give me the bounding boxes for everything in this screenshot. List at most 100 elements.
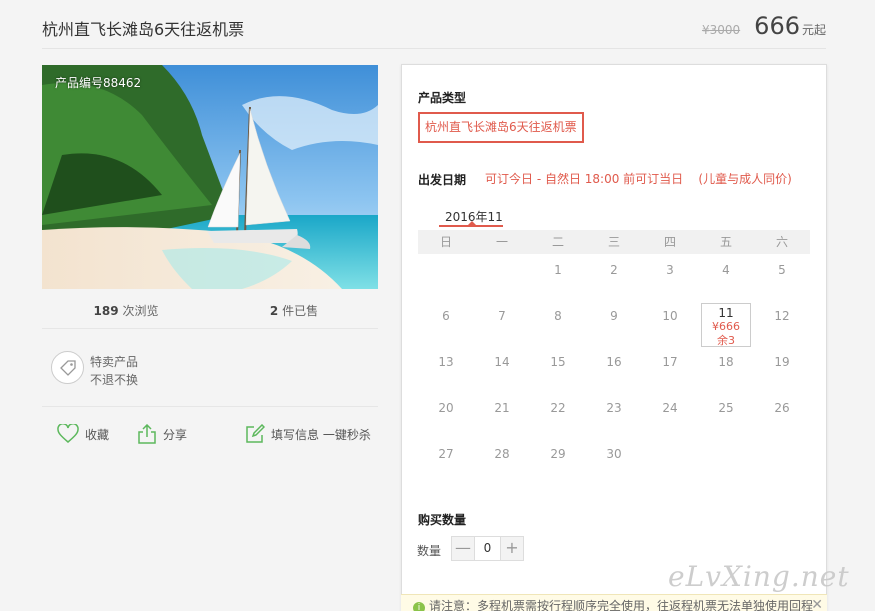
weekday-label: 六 xyxy=(775,235,788,249)
calendar-day: 27 xyxy=(418,438,474,484)
beach-sailboat-photo xyxy=(42,65,378,289)
calendar-day: 18 xyxy=(698,346,754,392)
day-number: 7 xyxy=(498,309,506,323)
day-number: 25 xyxy=(718,401,734,415)
calendar-day-available[interactable]: 11 ¥666 余3 xyxy=(698,300,754,347)
price-block: ¥3000 666 元起 xyxy=(702,12,826,40)
close-icon[interactable]: ✕ xyxy=(811,595,823,611)
weekday-label: 四 xyxy=(663,235,676,249)
day-number: 4 xyxy=(722,263,730,277)
calendar-empty-cell xyxy=(698,438,754,484)
quantity-stepper: — 0 + xyxy=(451,536,524,561)
notice-text: 请注意：多程机票需按行程顺序完全使用，往返程机票无法单独使用回程 xyxy=(429,599,814,611)
day-number: 23 xyxy=(606,401,622,415)
calendar-week: 6 7 8 9 10 11 ¥666 余3 12 xyxy=(418,300,810,347)
day-number: 6 xyxy=(442,309,450,323)
calendar-day: 5 xyxy=(754,254,810,300)
calendar-empty-cell xyxy=(418,254,474,300)
calendar-day: 1 xyxy=(530,254,586,300)
action-bar: 收藏 分享 填写信息 一键秒杀 xyxy=(42,407,378,462)
views-stat: 189 次浏览 xyxy=(42,289,210,328)
day-number: 2 xyxy=(610,263,618,277)
day-number: 21 xyxy=(494,401,510,415)
sold-stat: 2 件已售 xyxy=(210,289,378,328)
calendar-day: 24 xyxy=(642,392,698,438)
info-icon: i xyxy=(413,602,425,611)
favorite-button[interactable]: 收藏 xyxy=(57,424,109,444)
sold-label: 件已售 xyxy=(282,304,319,318)
calendar-day: 28 xyxy=(474,438,530,484)
calendar-day: 19 xyxy=(754,346,810,392)
weekday-label: 一 xyxy=(495,235,508,249)
calendar-day: 30 xyxy=(586,438,642,484)
calendar-day: 29 xyxy=(530,438,586,484)
heart-icon xyxy=(57,424,79,443)
day-number: 3 xyxy=(666,263,674,277)
product-type-label: 产品类型 xyxy=(418,91,467,105)
calendar-empty-cell xyxy=(474,254,530,300)
share-label: 分享 xyxy=(163,427,188,442)
day-number: 28 xyxy=(494,447,510,461)
increment-button[interactable]: + xyxy=(501,537,523,560)
day-number: 20 xyxy=(438,401,454,415)
calendar-day: 10 xyxy=(642,300,698,346)
day-number: 5 xyxy=(778,263,786,277)
quantity-value[interactable]: 0 xyxy=(474,537,501,560)
calendar-week: 1 2 3 4 5 xyxy=(418,254,810,300)
day-number: 11 xyxy=(718,306,734,320)
day-number: 9 xyxy=(610,309,618,323)
calendar-day: 20 xyxy=(418,392,474,438)
day-number: 30 xyxy=(606,447,622,461)
month-tab-underline xyxy=(439,225,503,227)
calendar-week: 13 14 15 16 17 18 19 xyxy=(418,346,810,392)
calendar-grid: 1 2 3 4 5 6 7 8 9 10 11 ¥666 余3 12 13 14 15 16 17 18 19 20 21 2… xyxy=(418,254,810,484)
calendar-day: 7 xyxy=(474,300,530,346)
product-number: 产品编号88462 xyxy=(55,76,142,90)
day-number: 1 xyxy=(554,263,562,277)
views-label: 次浏览 xyxy=(122,304,159,318)
day-number: 10 xyxy=(662,309,678,323)
day-number: 22 xyxy=(550,401,566,415)
calendar-day: 2 xyxy=(586,254,642,300)
watermark: eLvXing.net xyxy=(668,560,850,593)
decrement-button[interactable]: — xyxy=(452,537,474,560)
product-type-option[interactable]: 杭州直飞长滩岛6天往返机票 xyxy=(418,112,584,143)
fill-info-label: 填写信息 一键秒杀 xyxy=(271,427,371,442)
stats-row: 189 次浏览 2 件已售 xyxy=(42,289,378,329)
calendar-day: 13 xyxy=(418,346,474,392)
booking-panel: 产品类型 杭州直飞长滩岛6天往返机票 出发日期 可订今日 - 自然日 18:00… xyxy=(401,64,827,611)
day-number: 17 xyxy=(662,355,678,369)
day-number: 29 xyxy=(550,447,566,461)
calendar-day: 21 xyxy=(474,392,530,438)
day-number: 8 xyxy=(554,309,562,323)
views-count: 189 xyxy=(93,304,119,318)
original-price: ¥3000 xyxy=(701,23,741,37)
fill-info-button[interactable]: 填写信息 一键秒杀 xyxy=(245,424,371,444)
day-number: 12 xyxy=(774,309,790,323)
weekday-label: 三 xyxy=(607,235,620,249)
date-note: 可订今日 - 自然日 18:00 前可订当日 (儿童与成人同价) xyxy=(485,172,792,186)
special-product-badge: 特卖产品 不退不换 xyxy=(42,329,378,407)
share-button[interactable]: 分享 xyxy=(137,424,187,444)
page-title: 杭州直飞长滩岛6天往返机票 xyxy=(42,20,245,39)
calendar-day: 9 xyxy=(586,300,642,346)
calendar-week: 27 28 29 30 xyxy=(418,438,810,484)
day-number: 15 xyxy=(550,355,566,369)
calendar-day: 3 xyxy=(642,254,698,300)
share-icon xyxy=(138,424,156,444)
calendar-day: 25 xyxy=(698,392,754,438)
day-number: 13 xyxy=(438,355,454,369)
special-title: 特卖产品 xyxy=(90,355,139,369)
weekday-label: 五 xyxy=(719,235,732,249)
notice-bar: i 请注意：多程机票需按行程顺序完全使用，往返程机票无法单独使用回程 ✕ xyxy=(401,594,827,611)
calendar-day: 4 xyxy=(698,254,754,300)
calendar-week: 20 21 22 23 24 25 26 xyxy=(418,392,810,438)
departure-date-label: 出发日期 xyxy=(418,173,467,187)
calendar-day: 16 xyxy=(586,346,642,392)
calendar-day: 8 xyxy=(530,300,586,346)
special-subtitle: 不退不换 xyxy=(90,373,139,387)
tag-icon xyxy=(51,351,84,384)
calendar-day: 15 xyxy=(530,346,586,392)
calendar-day: 12 xyxy=(754,300,810,346)
calendar-day: 14 xyxy=(474,346,530,392)
